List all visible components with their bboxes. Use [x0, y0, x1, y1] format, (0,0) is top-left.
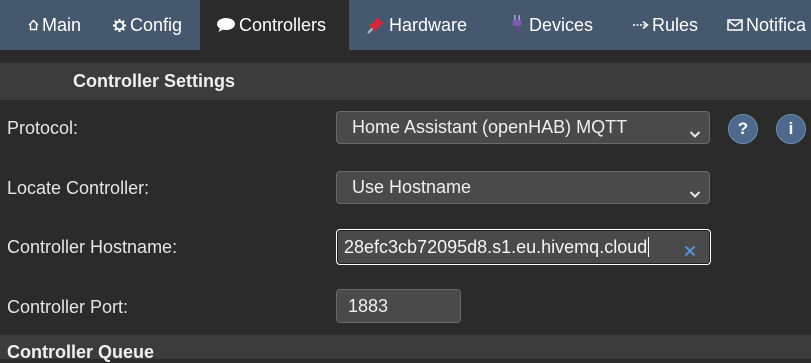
info-button[interactable]: i	[776, 114, 806, 144]
tab-label: Notifica	[746, 14, 807, 35]
tab-rules[interactable]: Rules	[632, 0, 698, 50]
chevron-down-icon	[689, 123, 701, 138]
port-value: 1883	[348, 295, 389, 316]
tab-controllers[interactable]: Controllers	[200, 0, 349, 50]
pushpin-icon	[366, 15, 386, 35]
tab-main[interactable]: Main	[28, 0, 81, 50]
hostname-label: Controller Hostname:	[7, 237, 178, 257]
section-title: Controller Settings	[73, 71, 236, 91]
envelope-icon	[727, 19, 743, 31]
home-icon	[28, 19, 39, 31]
protocol-label: Protocol:	[7, 118, 79, 138]
arrow-icon	[632, 20, 649, 30]
chevron-down-icon	[689, 183, 701, 198]
speech-bubble-icon	[216, 17, 236, 33]
tab-label: Devices	[529, 14, 594, 35]
tab-label: Config	[130, 14, 183, 35]
nav-divider	[0, 50, 811, 63]
tab-notifications[interactable]: Notifica	[727, 0, 806, 50]
text-caret	[648, 237, 650, 257]
info-icon: i	[788, 119, 794, 138]
locate-label: Locate Controller:	[7, 178, 150, 198]
tab-label: Hardware	[389, 14, 468, 35]
protocol-select[interactable]: Home Assistant (openHAB) MQTT	[336, 111, 710, 144]
locate-value: Use Hostname	[352, 177, 472, 197]
hostname-input[interactable]: 28efc3cb72095d8.s1.eu.hivemq.cloud	[336, 229, 711, 265]
tab-label: Controllers	[239, 14, 327, 35]
clear-icon[interactable]	[684, 241, 696, 257]
port-input[interactable]: 1883	[336, 289, 461, 323]
tab-devices[interactable]: Devices	[511, 0, 593, 50]
hostname-value: 28efc3cb72095d8.s1.eu.hivemq.cloud	[344, 236, 648, 257]
tab-config[interactable]: Config	[112, 0, 182, 50]
gear-icon	[112, 18, 127, 33]
top-nav: Main Config Controllers Hardware Devices…	[0, 0, 811, 50]
protocol-value: Home Assistant (openHAB) MQTT	[352, 117, 628, 137]
locate-select[interactable]: Use Hostname	[336, 171, 710, 204]
help-button[interactable]: ?	[728, 114, 758, 144]
queue-section-title: Controller Queue	[7, 342, 155, 362]
tab-label: Rules	[652, 14, 699, 35]
plug-icon	[511, 14, 523, 36]
tab-label: Main	[42, 14, 82, 35]
tab-hardware[interactable]: Hardware	[366, 0, 467, 50]
help-icon: ?	[737, 119, 749, 138]
port-label: Controller Port:	[7, 297, 129, 317]
